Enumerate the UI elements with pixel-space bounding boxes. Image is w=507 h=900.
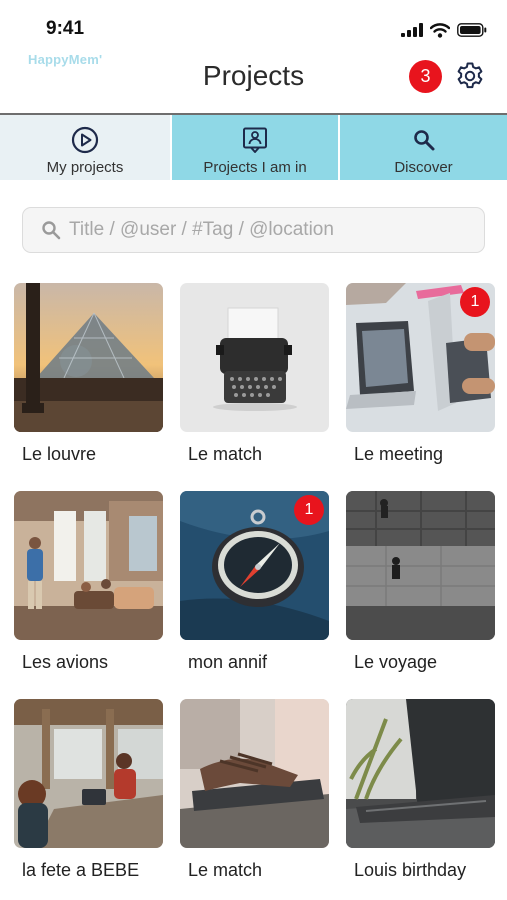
project-thumbnail: 1 <box>346 283 495 432</box>
project-thumbnail <box>346 491 495 640</box>
tab-label: My projects <box>46 159 124 176</box>
search-icon <box>409 125 439 155</box>
project-title: Les avions <box>22 652 109 672</box>
project-title: Le meeting <box>354 444 444 464</box>
project-card[interactable]: 1 Le meeting <box>346 283 495 465</box>
project-card[interactable]: Le voyage <box>346 491 495 673</box>
project-title: la fete a BEBE <box>22 860 140 880</box>
tab-bar: My projects Projects I am in Discover <box>0 113 507 180</box>
project-card[interactable]: Le match <box>180 699 329 881</box>
status-bar: 9:41 <box>0 0 507 50</box>
play-circle-icon <box>70 125 100 155</box>
project-title: Le voyage <box>354 652 438 672</box>
header: HappyMem' Projects 3 <box>0 50 507 114</box>
project-thumbnail: 1 <box>180 491 329 640</box>
project-thumbnail <box>346 699 495 848</box>
project-thumbnail <box>14 283 163 432</box>
project-thumbnail <box>180 699 329 848</box>
project-thumbnail <box>14 699 163 848</box>
tab-projects-i-am-in[interactable]: Projects I am in <box>170 115 338 180</box>
project-card[interactable]: Louis birthday <box>346 699 495 881</box>
signal-icon <box>401 23 423 37</box>
project-card[interactable]: Les avions <box>14 491 163 673</box>
gear-icon[interactable] <box>455 61 485 91</box>
search-bar <box>22 207 485 253</box>
project-thumbnail <box>14 491 163 640</box>
project-thumbnail <box>180 283 329 432</box>
tab-my-projects[interactable]: My projects <box>0 115 170 180</box>
project-title: Louis birthday <box>354 860 467 880</box>
notification-badge: 1 <box>294 495 324 525</box>
search-input[interactable] <box>69 219 469 241</box>
project-title: mon annif <box>188 652 268 672</box>
wifi-icon <box>430 22 450 38</box>
tab-label: Discover <box>394 159 453 176</box>
battery-icon <box>457 23 487 37</box>
project-card[interactable]: Le match <box>180 283 329 465</box>
status-icons <box>401 22 487 38</box>
person-board-icon <box>240 125 270 155</box>
status-time: 9:41 <box>46 18 85 39</box>
project-title: Le louvre <box>22 444 97 464</box>
project-title: Le match <box>188 444 263 464</box>
tab-label: Projects I am in <box>203 159 307 176</box>
project-title: Le match <box>188 860 263 880</box>
project-card[interactable]: Le louvre <box>14 283 163 465</box>
project-card[interactable]: 1 mon annif <box>180 491 329 673</box>
search-icon <box>42 221 61 240</box>
notification-badge[interactable]: 3 <box>409 60 442 93</box>
tab-discover[interactable]: Discover <box>338 115 507 180</box>
notification-badge: 1 <box>460 287 490 317</box>
project-card[interactable]: la fete a BEBE <box>14 699 163 881</box>
